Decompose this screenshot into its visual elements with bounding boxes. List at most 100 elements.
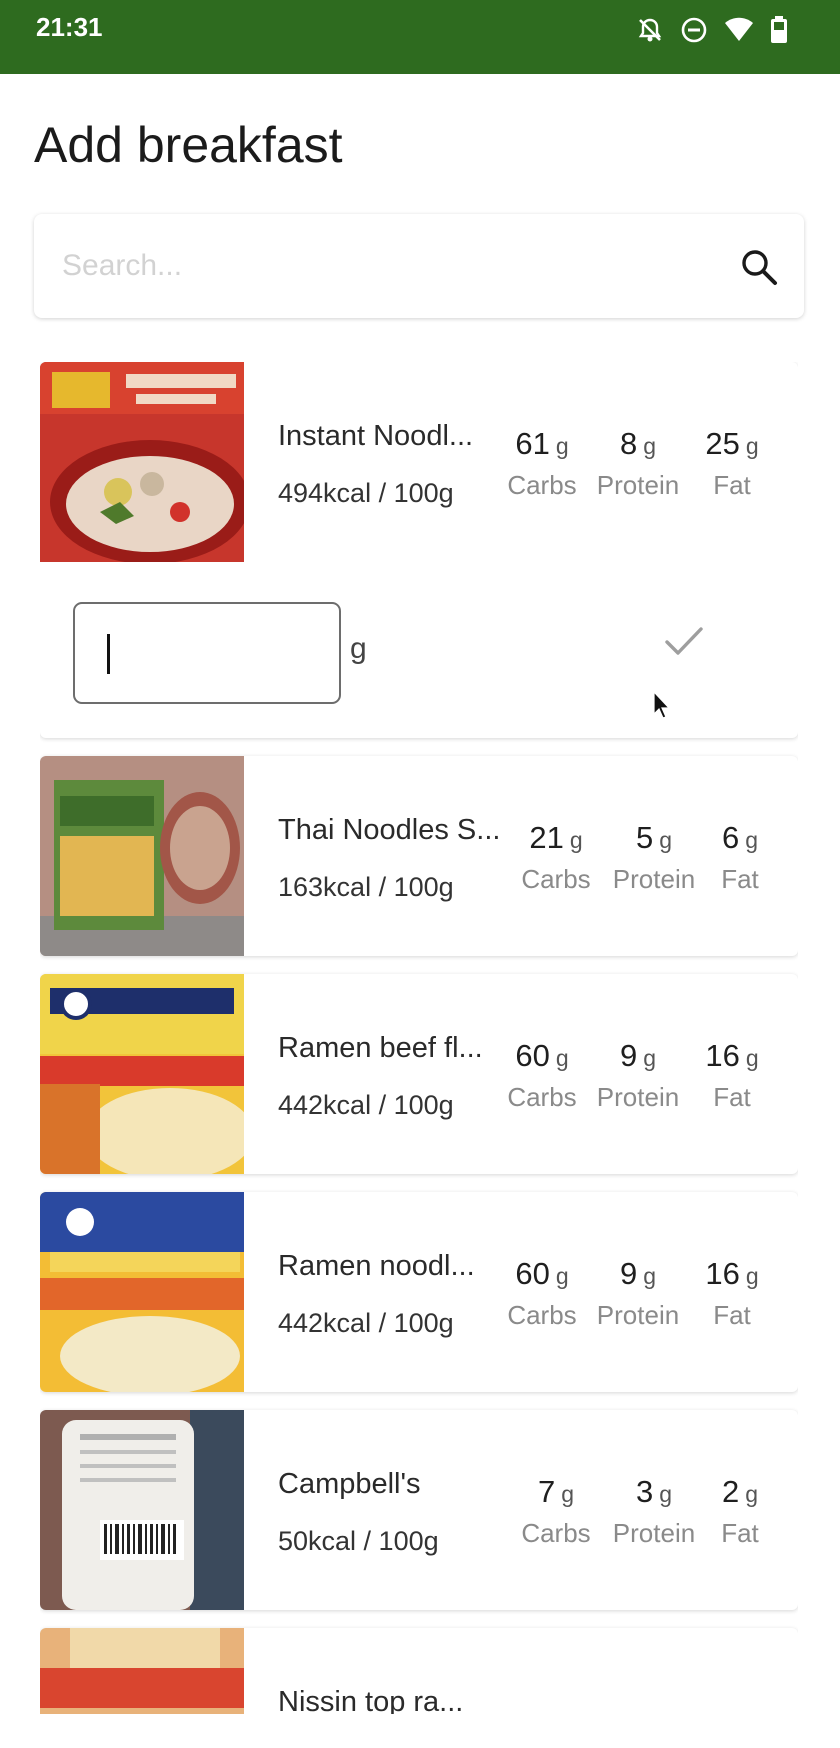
- carbs-value: 60: [515, 1256, 550, 1291]
- food-card[interactable]: Campbell's 50kcal / 100g 7g Carbs 3g Pro…: [40, 1410, 798, 1610]
- food-calories: 442kcal / 100g: [278, 1090, 454, 1120]
- carbs-stat: 60 g Carbs: [492, 1256, 592, 1331]
- carbs-label: Carbs: [521, 1518, 591, 1548]
- protein-value: 8: [619, 426, 638, 461]
- food-name: Ramen noodl...: [278, 1250, 475, 1282]
- fat-label: Fat: [721, 1518, 759, 1548]
- food-calories: 442kcal / 100g: [278, 1308, 454, 1338]
- status-time: 21:31: [36, 12, 103, 42]
- carbs-label: Carbs: [507, 1300, 577, 1330]
- food-card[interactable]: Instant Noodl... 494kcal / 100g 61 g Carb…: [40, 362, 798, 738]
- search-icon[interactable]: [740, 248, 778, 291]
- protein-label: Protein: [612, 1518, 696, 1548]
- fat-label: Fat: [713, 1300, 751, 1330]
- protein-unit: g: [659, 827, 673, 853]
- protein-value: 5: [635, 820, 654, 855]
- protein-unit: g: [659, 1481, 673, 1507]
- carbs-stat: 7g Carbs: [506, 1474, 606, 1549]
- text-caret: [107, 634, 110, 674]
- fat-stat: 16 g Fat: [684, 1256, 780, 1331]
- carbs-unit: g: [555, 433, 569, 459]
- food-image: [40, 362, 244, 562]
- food-image: [40, 1410, 244, 1610]
- food-name: Thai Noodles S...: [278, 814, 501, 846]
- status-icons: [636, 12, 788, 48]
- food-name: Campbell's: [278, 1468, 421, 1500]
- fat-stat: 2g Fat: [700, 1474, 780, 1549]
- fat-value: 2: [721, 1474, 740, 1509]
- search-input[interactable]: [62, 240, 702, 292]
- protein-stat: 8g Protein: [588, 426, 688, 501]
- protein-label: Protein: [596, 470, 680, 500]
- carbs-stat: 60 g Carbs: [492, 1038, 592, 1113]
- food-card[interactable]: Ramen noodl... 442kcal / 100g 60 g Carbs …: [40, 1192, 798, 1392]
- fat-unit: g: [745, 1263, 759, 1289]
- food-name: Ramen beef fl...: [278, 1032, 483, 1064]
- fat-unit: g: [745, 827, 759, 853]
- amount-unit: g: [350, 632, 367, 665]
- protein-value: 9: [619, 1256, 638, 1291]
- carbs-stat: 21 g Carbs: [506, 820, 606, 895]
- fat-value: 25: [705, 426, 740, 461]
- food-card[interactable]: Nissin top ra...: [40, 1628, 798, 1714]
- mouse-pointer-icon: [652, 690, 672, 725]
- food-image: [40, 756, 244, 956]
- carbs-unit: g: [555, 1045, 569, 1071]
- carbs-value: 61: [515, 426, 550, 461]
- fat-label: Fat: [713, 470, 751, 500]
- carbs-unit: g: [561, 1481, 575, 1507]
- carbs-value: 7: [537, 1474, 556, 1509]
- protein-stat: 5g Protein: [604, 820, 704, 895]
- fat-label: Fat: [713, 1082, 751, 1112]
- check-icon[interactable]: [664, 624, 704, 663]
- wifi-icon: [724, 17, 754, 43]
- amount-input[interactable]: [73, 602, 341, 704]
- carbs-unit: g: [555, 1263, 569, 1289]
- food-calories: 494kcal / 100g: [278, 478, 454, 508]
- status-bar: 21:31: [0, 0, 840, 74]
- food-name: Instant Noodl...: [278, 420, 474, 452]
- notifications-off-icon: [636, 16, 664, 44]
- carbs-label: Carbs: [507, 1082, 577, 1112]
- fat-value: 16: [705, 1038, 740, 1073]
- food-image: [40, 1192, 244, 1392]
- protein-stat: 9g Protein: [588, 1256, 688, 1331]
- food-name: Nissin top ra...: [278, 1686, 464, 1714]
- carbs-value: 60: [515, 1038, 550, 1073]
- carbs-stat: 61 g Carbs: [492, 426, 592, 501]
- protein-stat: 3g Protein: [604, 1474, 704, 1549]
- fat-label: Fat: [721, 864, 759, 894]
- food-card[interactable]: Ramen beef fl... 442kcal / 100g 60 g Carb…: [40, 974, 798, 1174]
- protein-value: 3: [635, 1474, 654, 1509]
- protein-label: Protein: [596, 1082, 680, 1112]
- fat-unit: g: [745, 433, 759, 459]
- fat-unit: g: [745, 1481, 759, 1507]
- fat-unit: g: [745, 1045, 759, 1071]
- battery-icon: [770, 16, 788, 44]
- protein-stat: 9g Protein: [588, 1038, 688, 1113]
- fat-value: 6: [721, 820, 740, 855]
- carbs-label: Carbs: [521, 864, 591, 894]
- carbs-unit: g: [569, 827, 583, 853]
- protein-unit: g: [643, 1263, 657, 1289]
- do-not-disturb-icon: [680, 16, 708, 44]
- protein-unit: g: [643, 1045, 657, 1071]
- page-title: Add breakfast: [34, 117, 343, 173]
- protein-value: 9: [619, 1038, 638, 1073]
- food-list: Instant Noodl... 494kcal / 100g 61 g Carb…: [40, 362, 798, 1714]
- food-calories: 50kcal / 100g: [278, 1526, 439, 1556]
- protein-unit: g: [643, 433, 657, 459]
- protein-label: Protein: [612, 864, 696, 894]
- carbs-label: Carbs: [507, 470, 577, 500]
- fat-value: 16: [705, 1256, 740, 1291]
- amount-entry-row: g: [40, 562, 798, 738]
- fat-stat: 16 g Fat: [684, 1038, 780, 1113]
- food-image: [40, 1628, 244, 1714]
- food-image: [40, 974, 244, 1174]
- protein-label: Protein: [596, 1300, 680, 1330]
- carbs-value: 21: [529, 820, 564, 855]
- food-card[interactable]: Thai Noodles S... 163kcal / 100g 21 g Car…: [40, 756, 798, 956]
- fat-stat: 25 g Fat: [684, 426, 780, 501]
- fat-stat: 6g Fat: [700, 820, 780, 895]
- search-bar[interactable]: [34, 214, 804, 318]
